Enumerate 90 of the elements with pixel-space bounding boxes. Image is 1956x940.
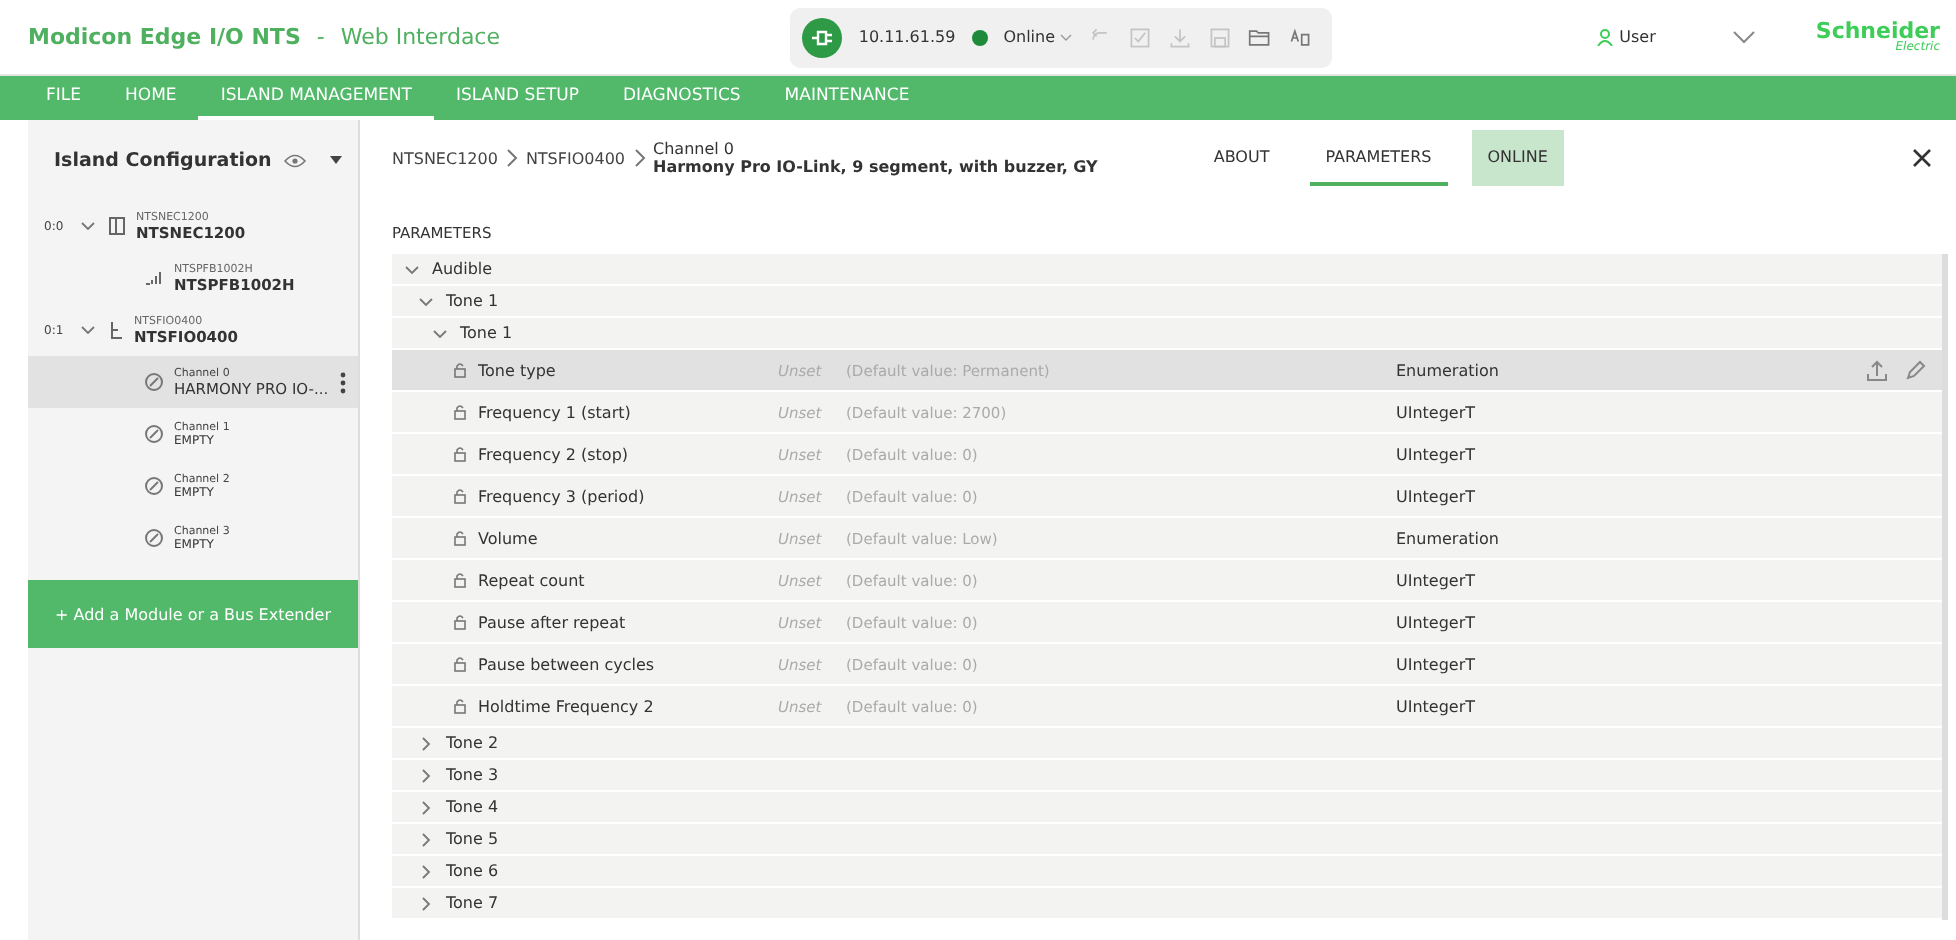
parameter-name: Pause after repeat <box>478 613 628 631</box>
close-icon[interactable] <box>1912 148 1932 168</box>
group-row[interactable]: Tone 5 <box>392 824 1942 856</box>
chevron-icon[interactable] <box>418 767 434 783</box>
status-dropdown[interactable]: Online <box>1003 28 1072 46</box>
eye-icon[interactable] <box>284 153 306 167</box>
caret-icon <box>1059 33 1072 41</box>
chevron-icon[interactable] <box>418 799 434 815</box>
channel-icon <box>144 424 164 444</box>
parameter-type: Enumeration <box>1396 361 1501 379</box>
chevron-icon[interactable] <box>432 325 448 341</box>
group-row[interactable]: Tone 4 <box>392 792 1942 824</box>
bars-icon <box>144 270 164 286</box>
tab[interactable]: PARAMETERS <box>1309 130 1448 186</box>
folder-icon[interactable] <box>1247 25 1272 49</box>
parameter-type: UIntegerT <box>1396 445 1478 463</box>
language-icon[interactable] <box>1287 25 1312 49</box>
user-button[interactable]: User <box>1595 28 1656 46</box>
parameter-type: Enumeration <box>1396 529 1501 547</box>
lock-icon <box>454 404 468 420</box>
channel-label: Channel 0 <box>653 140 736 158</box>
parameter-name: Frequency 2 (stop) <box>478 445 631 463</box>
group-name: Tone 6 <box>446 862 499 880</box>
module-icon <box>108 320 124 340</box>
parameter-name: Frequency 1 (start) <box>478 403 633 421</box>
app-subtitle: Web Interdace <box>340 24 501 50</box>
breadcrumb-link[interactable]: NTSFIO0400 <box>525 149 626 167</box>
lock-icon <box>454 362 468 378</box>
parameter-name: Frequency 3 (period) <box>478 487 647 505</box>
lock-icon <box>454 446 468 462</box>
device-name: Harmony Pro IO-Link, 9 segment, with buzzer, GY <box>653 158 1098 176</box>
parameter-type: UIntegerT <box>1396 655 1478 673</box>
group-row[interactable]: Tone 7 <box>392 888 1942 920</box>
group-name: Tone 7 <box>446 894 499 912</box>
title-separator: - <box>316 24 325 50</box>
tab[interactable]: ABOUT <box>1197 130 1286 186</box>
group-row[interactable]: Tone 1 <box>392 286 1942 318</box>
chevron-icon[interactable] <box>80 218 96 234</box>
group-name: Tone 1 <box>460 324 513 342</box>
chevron-icon[interactable] <box>418 735 434 751</box>
ip-address: 10.11.61.59 <box>858 28 956 46</box>
user-icon <box>1595 28 1614 46</box>
chevron-icon[interactable] <box>418 863 434 879</box>
chevron-icon <box>633 148 646 168</box>
upload-icon[interactable] <box>1866 359 1888 381</box>
parameter-type: UIntegerT <box>1396 487 1478 505</box>
channel-icon <box>144 476 164 496</box>
sidebar-title: Island Configuration <box>54 149 274 171</box>
app-title: Modicon Edge I/O NTS <box>28 24 301 50</box>
group-name: Audible <box>432 260 493 278</box>
channel-icon <box>144 372 164 392</box>
parameter-type: UIntegerT <box>1396 613 1478 631</box>
chevron-icon[interactable] <box>418 831 434 847</box>
chevron-icon[interactable] <box>80 322 96 338</box>
lock-icon <box>454 530 468 546</box>
lock-icon <box>454 698 468 714</box>
parameter-name: Holdtime Frequency 2 <box>478 697 656 715</box>
lock-icon <box>454 656 468 672</box>
lock-icon <box>454 488 468 504</box>
parameter-name: Pause between cycles <box>478 655 657 673</box>
group-name: Tone 3 <box>446 766 499 784</box>
group-row[interactable]: Tone 6 <box>392 856 1942 888</box>
group-name: Tone 5 <box>446 830 499 848</box>
parameter-name: Tone type <box>478 361 558 379</box>
lock-icon <box>454 614 468 630</box>
parameter-name: Volume <box>478 529 540 547</box>
lock-icon <box>454 572 468 588</box>
group-row[interactable]: Audible <box>392 254 1942 286</box>
caret-icon[interactable] <box>330 156 342 164</box>
chevron-icon <box>505 148 518 168</box>
group-name: Tone 2 <box>446 734 499 752</box>
parameter-type: UIntegerT <box>1396 403 1478 421</box>
module-icon <box>108 216 126 236</box>
more-icon[interactable] <box>340 371 346 393</box>
pencil-icon[interactable] <box>1904 359 1926 381</box>
channel-icon <box>144 528 164 548</box>
breadcrumb-link[interactable]: NTSNEC1200 <box>392 149 498 167</box>
parameter-type: UIntegerT <box>1396 697 1478 715</box>
group-row[interactable]: Tone 2 <box>392 728 1942 760</box>
chevron-icon[interactable] <box>404 261 420 277</box>
chevron-icon[interactable] <box>1731 30 1756 44</box>
group-name: Tone 1 <box>446 292 499 310</box>
parameter-type: UIntegerT <box>1396 571 1478 589</box>
group-row[interactable]: Tone 3 <box>392 760 1942 792</box>
group-name: Tone 4 <box>446 798 499 816</box>
tab[interactable]: ONLINE <box>1471 130 1564 186</box>
plug-icon[interactable] <box>802 17 843 57</box>
parameter-name: Repeat count <box>478 571 587 589</box>
chevron-icon[interactable] <box>418 293 434 309</box>
chevron-icon[interactable] <box>418 895 434 911</box>
